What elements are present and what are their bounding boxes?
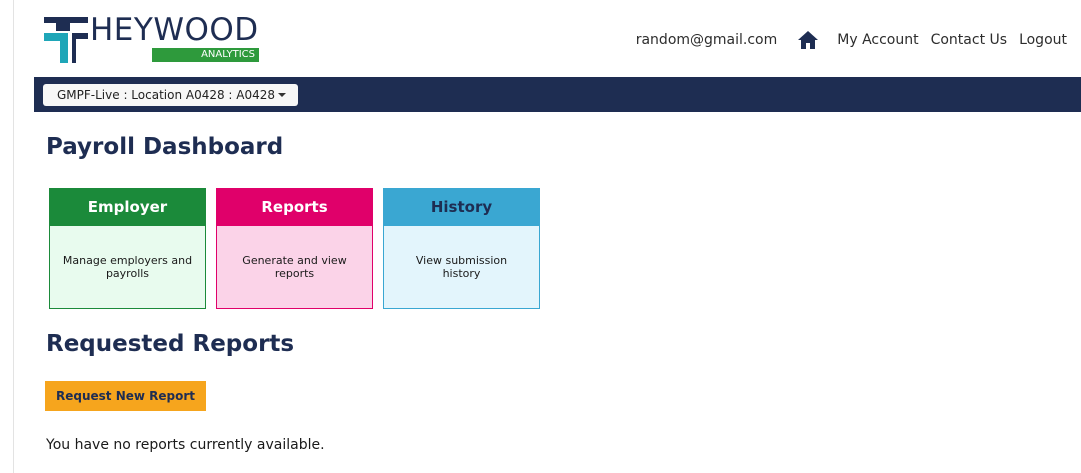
my-account-link[interactable]: My Account [837,32,918,48]
header: HEYWOOD ANALYTICS random@gmail.com My Ac… [34,0,1081,77]
location-dropdown[interactable]: GMPF-Live : Location A0428 : A0428 [43,84,299,106]
employer-tile-title: Employer [50,189,205,226]
dashboard-tiles: Employer Manage employers and payrolls R… [49,188,550,309]
history-tile[interactable]: History View submission history [383,188,540,309]
reports-tile-title: Reports [217,189,372,226]
caret-down-icon [278,93,287,97]
employer-tile-description: Manage employers and payrolls [50,226,205,308]
home-icon[interactable] [797,30,819,50]
logo-wordmark: HEYWOOD [90,12,259,48]
contact-us-link[interactable]: Contact Us [931,32,1007,48]
employer-tile[interactable]: Employer Manage employers and payrolls [49,188,206,309]
top-nav: random@gmail.com My Account Contact Us L… [636,30,1067,50]
page: HEYWOOD ANALYTICS random@gmail.com My Ac… [0,0,1081,473]
left-border [0,0,14,473]
history-tile-title: History [384,189,539,226]
heywood-logo[interactable]: HEYWOOD ANALYTICS [42,13,262,63]
logo-mark-icon [44,17,88,63]
history-tile-description: View submission history [384,226,539,308]
user-email: random@gmail.com [635,32,778,48]
page-title: Payroll Dashboard [46,134,284,160]
logo-subtitle: ANALYTICS [152,48,259,62]
no-reports-message: You have no reports currently available. [46,437,325,453]
location-bar: GMPF-Live : Location A0428 : A0428 [34,77,1081,112]
reports-tile-description: Generate and view reports [217,226,372,308]
logout-link[interactable]: Logout [1019,32,1067,48]
reports-tile[interactable]: Reports Generate and view reports [216,188,373,309]
requested-reports-heading: Requested Reports [46,331,295,357]
location-dropdown-label: GMPF-Live : Location A0428 : A0428 [57,88,276,102]
request-new-report-button[interactable]: Request New Report [45,381,206,411]
